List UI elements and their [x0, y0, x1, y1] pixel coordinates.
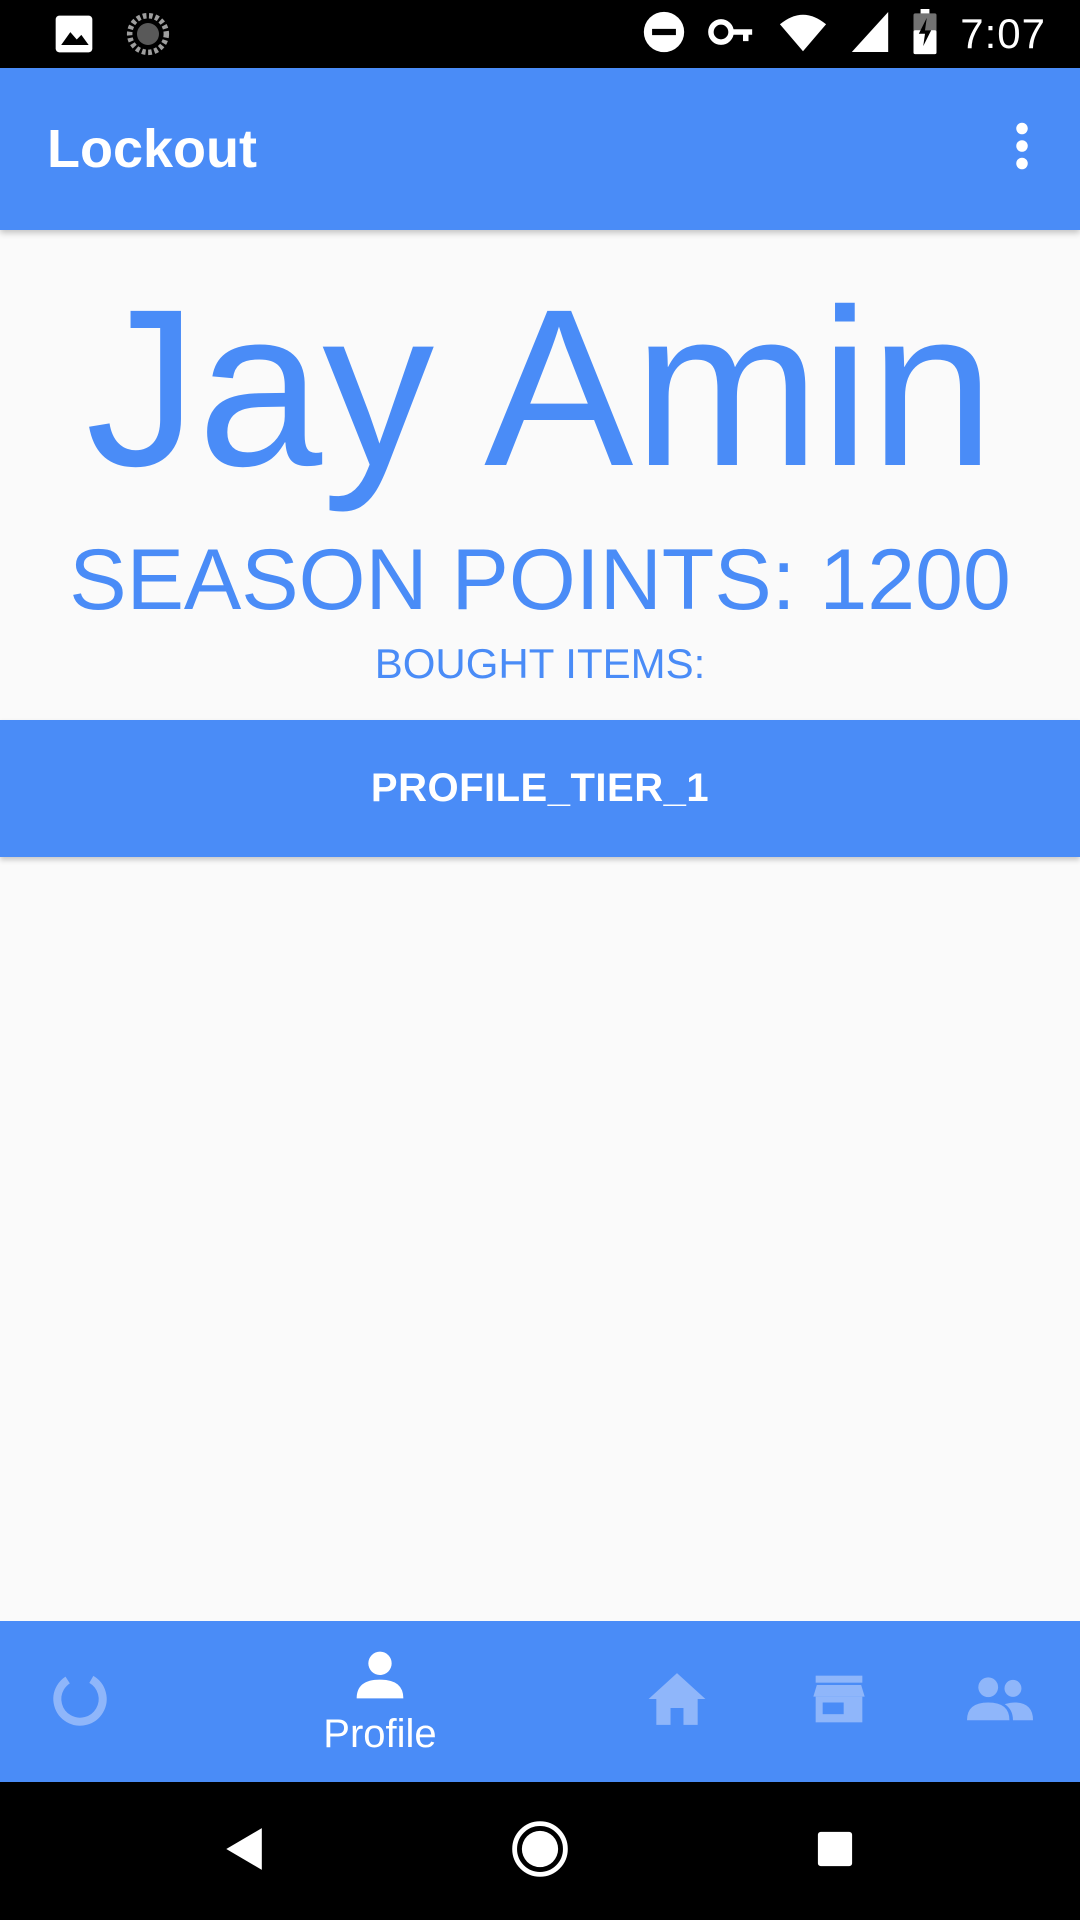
bottom-navigation: Profile [0, 1621, 1080, 1782]
person-icon [352, 1647, 408, 1708]
system-home-button[interactable] [505, 1816, 575, 1886]
battery-charging-icon [912, 8, 938, 60]
app-title: Lockout [47, 119, 257, 179]
status-right-icons: 7:07 [642, 8, 1046, 60]
season-points: SEASON POINTS: 1200 [69, 532, 1011, 628]
gallery-icon [52, 12, 96, 61]
nav-item-home[interactable] [627, 1621, 727, 1782]
overflow-menu-button[interactable] [986, 108, 1058, 188]
back-icon [222, 1826, 264, 1877]
home-icon [646, 1670, 708, 1733]
vpn-key-icon [708, 10, 756, 59]
system-recents-button[interactable] [800, 1816, 870, 1886]
group-icon [967, 1674, 1033, 1729]
status-time: 7:07 [960, 10, 1046, 57]
screen: 7:07 Lockout Jay Amin SEASON POINTS: 120… [0, 0, 1080, 1920]
more-vert-icon [1012, 121, 1032, 176]
loading-icon [126, 12, 170, 61]
nav-item-store[interactable] [789, 1621, 889, 1782]
progress-icon [48, 1667, 112, 1736]
nav-item-friends[interactable] [950, 1621, 1050, 1782]
app-bar: Lockout [0, 68, 1080, 230]
recents-icon [816, 1830, 854, 1873]
bought-item-button[interactable]: PROFILE_TIER_1 [0, 720, 1080, 857]
profile-name: Jay Amin [85, 263, 995, 513]
wifi-icon [778, 10, 828, 59]
nav-label-profile: Profile [323, 1711, 437, 1756]
nav-item-profile[interactable]: Profile [260, 1621, 500, 1782]
system-back-button[interactable] [208, 1816, 278, 1886]
home-circle-icon [511, 1820, 569, 1883]
dnd-icon [642, 10, 686, 59]
system-navigation-bar [0, 1782, 1080, 1920]
bought-items-label: BOUGHT ITEMS: [374, 640, 706, 687]
nav-item-progress[interactable] [30, 1621, 130, 1782]
status-bar: 7:07 [0, 0, 1080, 68]
status-left-icons [52, 12, 170, 61]
store-icon [811, 1672, 867, 1731]
signal-icon [850, 10, 890, 59]
bought-item-label: PROFILE_TIER_1 [370, 766, 710, 810]
